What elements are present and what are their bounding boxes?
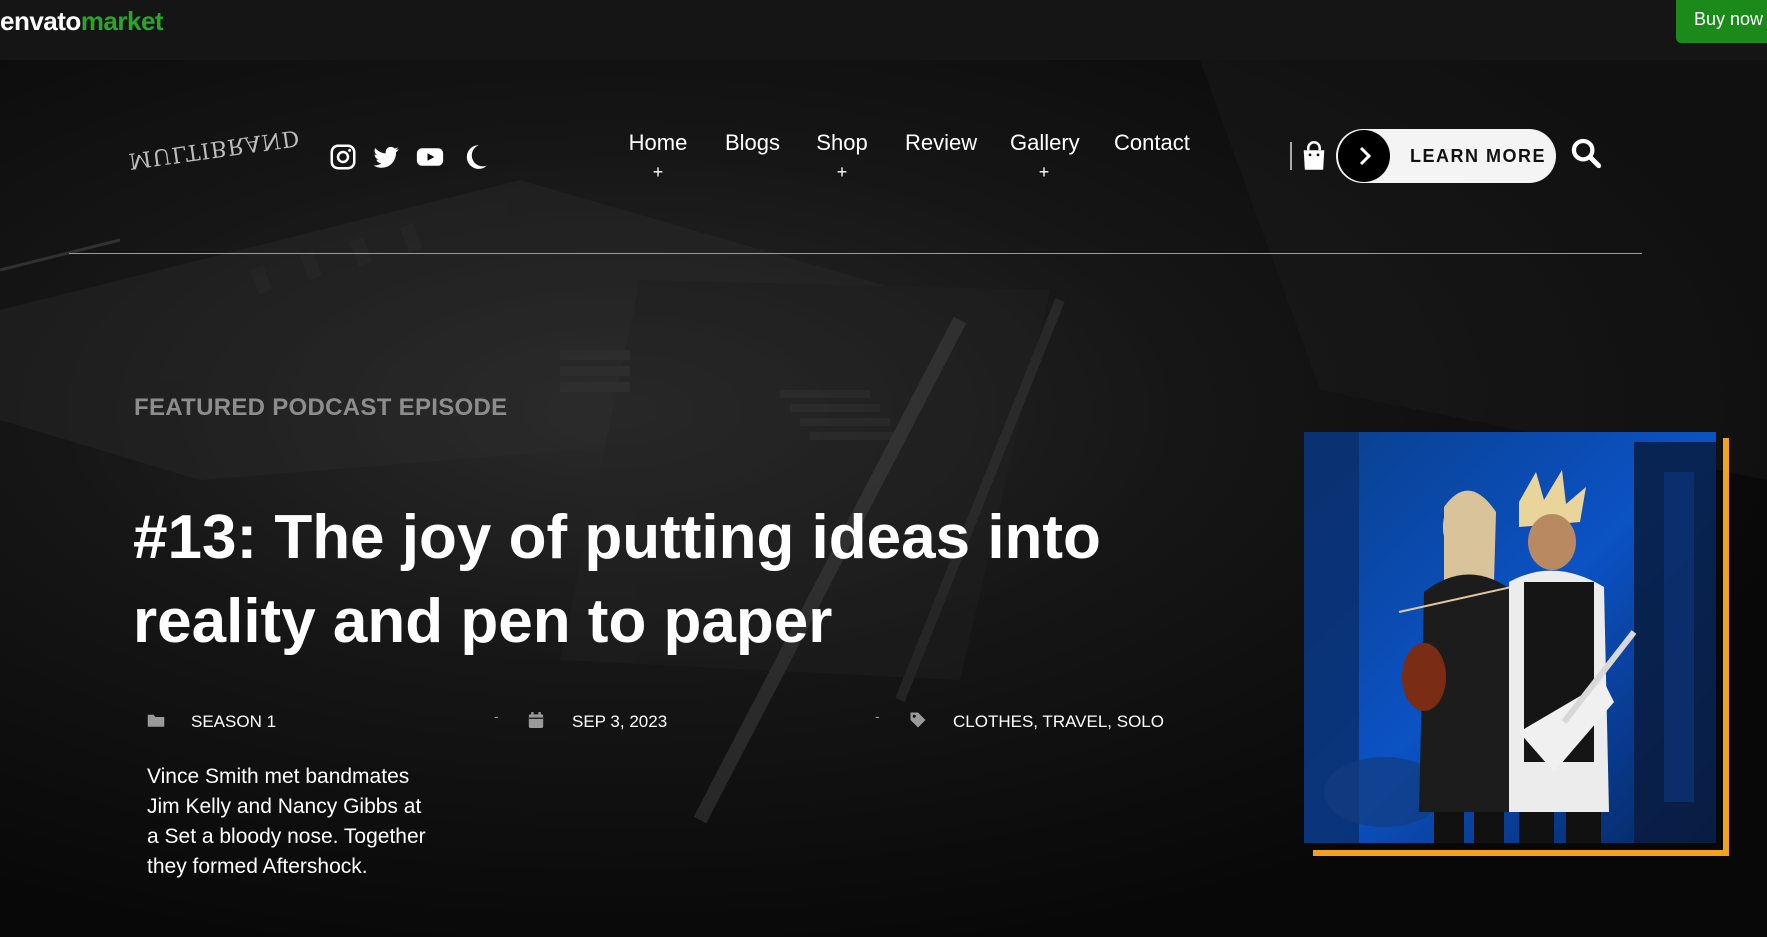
calendar-icon	[528, 712, 544, 728]
moon-icon[interactable]	[460, 142, 490, 172]
nav-label-shop: Shop	[816, 130, 868, 155]
instagram-icon[interactable]	[328, 142, 358, 172]
nav-item-blogs[interactable]: Blogs	[725, 130, 780, 156]
twitter-icon[interactable]	[371, 142, 401, 172]
nav-label-contact: Contact	[1114, 130, 1190, 155]
youtube-icon[interactable]	[415, 142, 445, 172]
nav-item-home[interactable]: Home +	[628, 130, 688, 183]
envato-top-bar: envatomarket Buy now	[0, 0, 1767, 60]
header-divider	[1290, 142, 1292, 170]
featured-label: FEATURED PODCAST EPISODE	[134, 394, 508, 421]
meta-separator: -	[494, 708, 499, 724]
buy-now-button[interactable]: Buy now	[1676, 0, 1767, 43]
market-logo-text: market	[80, 6, 164, 36]
episode-title[interactable]: #13: The joy of putting ideas into reali…	[133, 496, 1153, 664]
nav-item-gallery[interactable]: Gallery +	[1010, 130, 1080, 183]
shopping-bag-icon[interactable]	[1300, 140, 1328, 172]
tag-icon	[910, 712, 926, 728]
nav-label-review: Review	[905, 130, 978, 155]
learn-more-button[interactable]: LEARN MORE	[1336, 129, 1556, 183]
search-icon[interactable]	[1569, 136, 1603, 170]
nav-label-blogs: Blogs	[725, 130, 781, 155]
nav-label-gallery: Gallery	[1010, 130, 1080, 155]
home-submenu-toggle[interactable]: +	[628, 162, 688, 183]
nav-item-review[interactable]: Review	[905, 130, 977, 156]
learn-more-label: LEARN MORE	[1410, 146, 1546, 166]
envato-logo-text: envato	[0, 6, 81, 36]
episode-tags[interactable]: CLOTHES, TRAVEL, SOLO	[953, 712, 1164, 732]
envato-market-logo[interactable]: envatomarket	[0, 6, 164, 37]
chevron-right-icon	[1338, 130, 1390, 182]
header-separator-line	[69, 253, 1642, 254]
episode-category[interactable]: SEASON 1	[191, 712, 276, 732]
meta-separator: -	[875, 708, 880, 724]
episode-date: SEP 3, 2023	[572, 712, 668, 731]
shop-submenu-toggle[interactable]: +	[816, 162, 868, 183]
nav-label-home: Home	[628, 130, 688, 155]
nav-item-shop[interactable]: Shop +	[816, 130, 868, 183]
episode-photo[interactable]	[1304, 432, 1716, 843]
gallery-submenu-toggle[interactable]: +	[1010, 162, 1078, 183]
hero-section: MULTIBRAND Home + Blogs Shop + Review Ga…	[0, 60, 1767, 937]
folder-icon	[147, 714, 165, 727]
episode-excerpt: Vince Smith met bandmates Jim Kelly and …	[147, 765, 426, 878]
nav-item-contact[interactable]: Contact	[1114, 130, 1190, 156]
